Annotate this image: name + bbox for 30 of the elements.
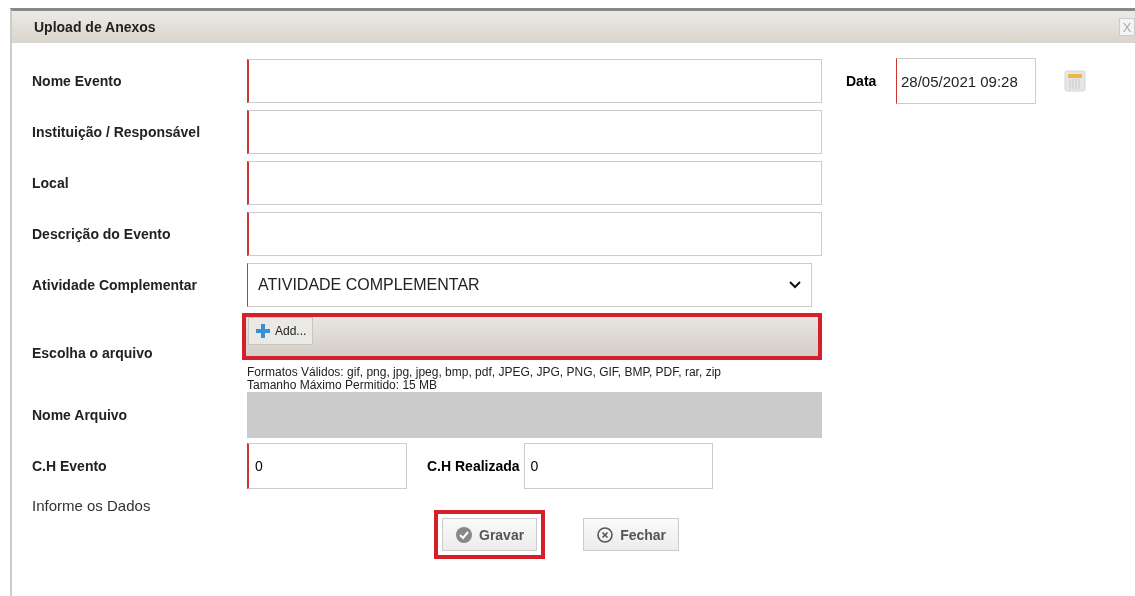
plus-icon	[255, 323, 271, 339]
action-button[interactable]: Fechar	[583, 518, 680, 551]
check-circle-icon	[455, 525, 473, 544]
add-button[interactable]: Add...	[248, 317, 314, 345]
field-label: Nome Arquivo	[32, 407, 129, 423]
action-button[interactable]: Gravar	[442, 518, 538, 551]
field-label: Escolha o arquivo	[32, 344, 154, 361]
date-field[interactable]: 28/05/2021 09:28	[896, 58, 1036, 104]
close-icon	[596, 525, 615, 544]
status-message: Informe os Dados	[32, 497, 152, 514]
size-note: Tamanho Máximo Permitido: 15 MB	[247, 379, 438, 392]
field-label: Local	[32, 175, 70, 191]
text-field[interactable]	[247, 110, 822, 154]
text-field[interactable]	[247, 212, 822, 256]
field-label: Descrição do Evento	[32, 226, 172, 242]
calendar-icon[interactable]	[1064, 70, 1086, 92]
field-label: Nome Evento	[32, 73, 123, 89]
formats-note: Formatos Válidos: gif, png, jpg, jpeg, bmp, pdf, JPEG, JPG, PNG, GIF, BMP, PDF, rar, zip	[247, 366, 722, 379]
window-title: Upload de Anexos	[34, 19, 156, 35]
activity-dropdown[interactable]: ATIVIDADE COMPLEMENTAR	[247, 263, 812, 307]
field-label: Data	[846, 73, 878, 89]
field-label: C.H Evento	[32, 458, 108, 474]
field-label: Atividade Complementar	[32, 277, 198, 293]
field-label: Instituição / Responsável	[32, 124, 202, 140]
hours-field[interactable]: 0	[523, 443, 713, 489]
chevron-down-icon	[789, 281, 801, 289]
text-field[interactable]	[247, 59, 822, 103]
hours-field[interactable]: 0	[247, 443, 407, 489]
field-label: C.H Realizada	[427, 458, 520, 474]
text-field[interactable]	[247, 161, 822, 205]
